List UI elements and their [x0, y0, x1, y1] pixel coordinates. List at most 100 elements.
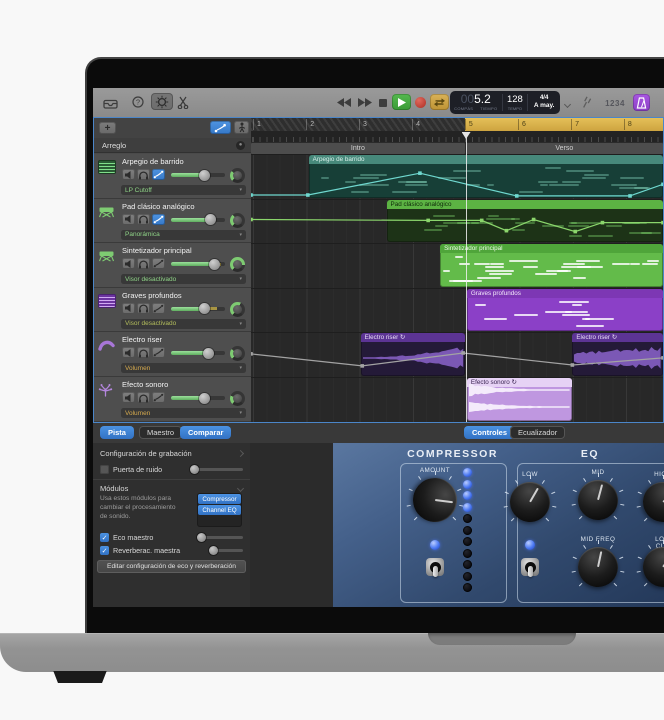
play-button[interactable]	[392, 94, 411, 110]
track-row[interactable]: Arpegio de barridoLP Cutoff▾	[94, 154, 251, 199]
volume-slider[interactable]	[171, 262, 225, 266]
pan-knob[interactable]	[230, 168, 245, 183]
solo-button[interactable]	[137, 347, 150, 358]
automation-point[interactable]	[418, 171, 422, 175]
modules-list[interactable]: CompressorChannel EQ	[197, 493, 242, 527]
pan-knob[interactable]	[230, 213, 245, 228]
tab-maestro[interactable]: Maestro	[139, 426, 182, 439]
track-parameter-select[interactable]: Panorámica▾	[121, 230, 246, 240]
editors-scissors-icon[interactable]	[177, 95, 189, 109]
track-parameter-select[interactable]: Visor desactivado▾	[121, 319, 246, 329]
automation-button[interactable]	[152, 169, 165, 180]
tuner-icon[interactable]	[580, 95, 593, 110]
mute-button[interactable]	[122, 392, 135, 403]
noise-gate-slider[interactable]	[191, 468, 243, 471]
track-parameter-select[interactable]: Visor desactivado▾	[121, 274, 246, 284]
master-reverb-checkbox[interactable]: ✓	[100, 546, 109, 555]
lcd-mode-chevron[interactable]	[563, 100, 571, 108]
rewind-button[interactable]	[336, 98, 351, 107]
stop-button[interactable]	[378, 98, 388, 108]
automation-point[interactable]	[480, 218, 484, 222]
automation-point[interactable]	[505, 228, 509, 232]
volume-thumb[interactable]	[199, 393, 210, 404]
pan-knob[interactable]	[230, 257, 245, 272]
track-row[interactable]: Graves profundosVisor desactivado▾	[94, 288, 251, 333]
module-item-channel-eq[interactable]: Channel EQ	[198, 505, 241, 515]
smart-controls-button[interactable]	[151, 93, 173, 110]
track-figure-button[interactable]	[234, 121, 249, 134]
volume-thumb[interactable]	[205, 214, 216, 225]
automation-button[interactable]	[152, 303, 165, 314]
modules-row[interactable]: Módulos	[100, 484, 243, 493]
solo-button[interactable]	[137, 303, 150, 314]
module-item-compressor[interactable]: Compressor	[198, 494, 241, 504]
mute-button[interactable]	[122, 347, 135, 358]
mute-button[interactable]	[122, 303, 135, 314]
automation-point[interactable]	[571, 364, 575, 368]
master-reverb-slider[interactable]	[209, 549, 243, 552]
automation-point[interactable]	[532, 217, 536, 221]
master-echo-slider[interactable]	[197, 536, 243, 539]
arrangement-header-row[interactable]: Arreglo ●	[94, 138, 251, 153]
volume-slider[interactable]	[171, 173, 225, 177]
arrangement-marker[interactable]: Intro	[251, 143, 465, 154]
region-sintetizador-principal[interactable]: Sintetizador principal	[440, 244, 663, 287]
tab-controles[interactable]: Controles	[464, 426, 515, 439]
compressor-power-toggle[interactable]	[424, 555, 446, 579]
automation-button[interactable]	[152, 258, 165, 269]
add-track-button[interactable]: +	[99, 122, 116, 134]
region-efecto-sonoro[interactable]: Efecto sonoro ↻	[467, 378, 572, 421]
eq-power-toggle[interactable]	[519, 555, 541, 579]
pan-knob[interactable]	[230, 391, 245, 406]
solo-button[interactable]	[137, 169, 150, 180]
show-automation-button[interactable]	[210, 121, 231, 134]
pan-knob[interactable]	[230, 302, 245, 317]
automation-button[interactable]	[152, 214, 165, 225]
automation-point[interactable]	[251, 352, 253, 356]
mute-button[interactable]	[122, 214, 135, 225]
track-parameter-select[interactable]: Volumen▾	[121, 363, 246, 373]
automation-curve[interactable]	[251, 332, 663, 377]
track-row[interactable]: Electro riserVolumen▾	[94, 332, 251, 377]
automation-button[interactable]	[152, 347, 165, 358]
volume-slider[interactable]	[171, 396, 225, 400]
automation-button[interactable]	[152, 392, 165, 403]
solo-button[interactable]	[137, 392, 150, 403]
automation-point[interactable]	[515, 194, 519, 198]
volume-thumb[interactable]	[209, 259, 220, 270]
media-browser-icon[interactable]	[102, 95, 118, 109]
automation-point[interactable]	[661, 220, 663, 224]
track-row[interactable]: Efecto sonoroVolumen▾	[94, 377, 251, 422]
automation-point[interactable]	[251, 193, 253, 197]
automation-point[interactable]	[461, 352, 465, 356]
automation-point[interactable]	[573, 229, 577, 233]
mute-button[interactable]	[122, 169, 135, 180]
master-echo-checkbox[interactable]: ✓	[100, 533, 109, 542]
track-parameter-select[interactable]: Volumen▾	[121, 408, 246, 418]
automation-point[interactable]	[601, 220, 605, 224]
volume-thumb[interactable]	[199, 170, 210, 181]
forward-button[interactable]	[357, 98, 372, 107]
region-graves-profundos[interactable]: Graves profundos	[467, 289, 663, 332]
track-row[interactable]: Pad clásico analógicoPanorámica▾	[94, 199, 251, 244]
arrangement-options-icon[interactable]: ●	[236, 141, 245, 150]
ruler-ticks[interactable]	[251, 131, 663, 142]
pan-knob[interactable]	[230, 346, 245, 361]
metronome-button[interactable]	[633, 94, 650, 111]
automation-point[interactable]	[661, 183, 663, 187]
edit-echo-reverb-button[interactable]: Editar configuración de eco y reverberac…	[97, 560, 246, 573]
solo-button[interactable]	[137, 214, 150, 225]
record-button[interactable]	[415, 97, 426, 108]
automation-curve[interactable]	[251, 199, 663, 244]
solo-button[interactable]	[137, 258, 150, 269]
playhead-line[interactable]	[466, 132, 467, 422]
cycle-region[interactable]	[465, 118, 663, 131]
cycle-button[interactable]	[430, 94, 449, 110]
volume-thumb[interactable]	[203, 348, 214, 359]
volume-slider[interactable]	[171, 351, 225, 355]
track-parameter-select[interactable]: LP Cutoff▾	[121, 185, 246, 195]
quick-help-icon[interactable]: ?	[132, 96, 144, 108]
tab-pista[interactable]: Pista	[100, 426, 134, 439]
count-in-button[interactable]: 1234	[602, 98, 628, 108]
arrangement-marker[interactable]: Verso	[466, 143, 663, 154]
